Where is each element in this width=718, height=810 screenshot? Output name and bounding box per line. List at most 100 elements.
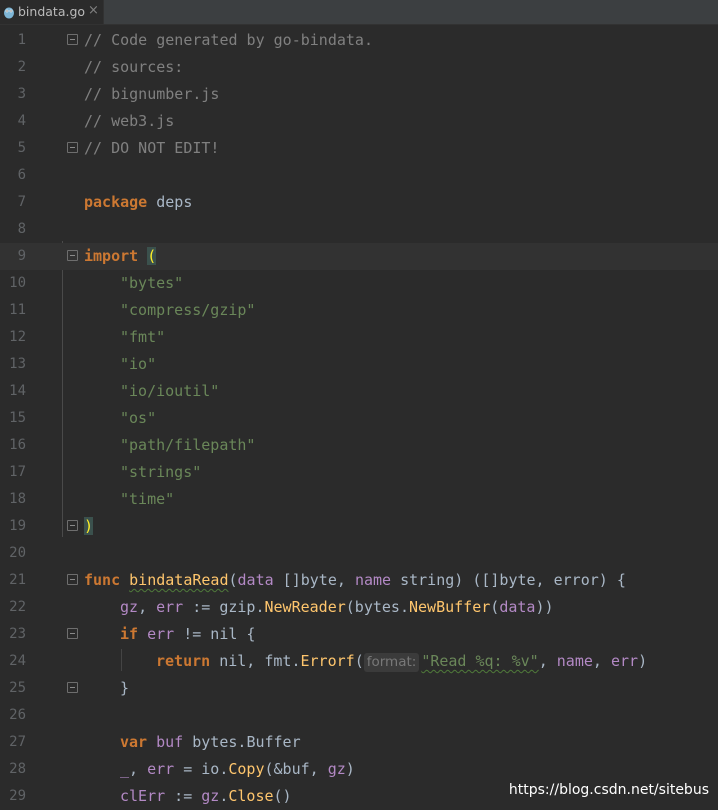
- line-number: 2: [17, 59, 26, 75]
- line-number: 27: [9, 734, 26, 750]
- statement: var buf bytes.Buffer: [120, 733, 301, 752]
- statement: clErr := gz.Close(): [120, 787, 292, 806]
- matched-paren: ): [84, 517, 94, 535]
- line-number: 25: [9, 680, 26, 696]
- function-call: Copy: [228, 760, 265, 778]
- import-path: "io/ioutil": [120, 382, 220, 400]
- punct: := gzip.: [183, 598, 265, 616]
- code-line: 6: [0, 162, 718, 189]
- code-line: 5 // DO NOT EDIT!: [0, 135, 718, 162]
- code-line: 20: [0, 540, 718, 567]
- fold-marker-icon[interactable]: [67, 574, 78, 585]
- code-line: 26: [0, 702, 718, 729]
- package-name: deps: [147, 193, 193, 211]
- code-line: 13 "io": [0, 351, 718, 378]
- code-line: 18 "time": [0, 486, 718, 513]
- code-line: 21 func bindataRead(data []byte, name st…: [0, 567, 718, 594]
- line-number: 3: [17, 86, 26, 102]
- code-line: 12 "fmt": [0, 324, 718, 351]
- line-number: 22: [9, 599, 26, 615]
- comment: // bignumber.js: [84, 85, 220, 103]
- fold-marker-icon[interactable]: [67, 34, 78, 45]
- line-number: 29: [9, 788, 26, 804]
- line-number: 24: [9, 653, 26, 669]
- punct: ): [638, 652, 648, 670]
- code-editor[interactable]: 1 // Code generated by go-bindata. 2 // …: [0, 25, 718, 806]
- matched-paren: (: [147, 247, 157, 265]
- code-line: 8: [0, 216, 718, 243]
- fold-marker-icon[interactable]: [67, 682, 78, 693]
- punct: != nil {: [174, 625, 256, 643]
- fold-marker-icon[interactable]: [67, 520, 78, 531]
- code-line: 14 "io/ioutil": [0, 378, 718, 405]
- function-call: NewReader: [264, 598, 346, 616]
- punct: nil, fmt.: [210, 652, 301, 670]
- import-path: "compress/gzip": [120, 301, 256, 319]
- code-line: 19 ): [0, 513, 718, 540]
- line-number: 11: [9, 302, 26, 318]
- statement: return nil, fmt.Errorf(format: "Read %q: …: [156, 652, 647, 672]
- statement: _, err = io.Copy(&buf, gz): [120, 760, 355, 779]
- line-number: 21: [9, 572, 26, 588]
- punct: (bytes.: [345, 598, 409, 616]
- line-number: 9: [17, 248, 26, 264]
- statement: if err != nil {: [120, 625, 255, 644]
- comment: // DO NOT EDIT!: [84, 139, 220, 157]
- line-number: 19: [9, 518, 26, 534]
- import-statement: import (: [84, 247, 157, 266]
- variable: _: [120, 760, 130, 778]
- line-number: 4: [17, 113, 26, 129]
- punct: )): [535, 598, 554, 616]
- code-line: 1 // Code generated by go-bindata.: [0, 27, 718, 54]
- variable: err: [156, 598, 184, 616]
- code-line: 25 }: [0, 675, 718, 702]
- punct: = io.: [174, 760, 229, 778]
- line-number: 20: [9, 545, 26, 561]
- line-number: 13: [9, 356, 26, 372]
- punct: (&buf,: [264, 760, 328, 778]
- line-number: 1: [17, 32, 26, 48]
- punct: ): [345, 760, 355, 778]
- line-number: 14: [9, 383, 26, 399]
- watermark: https://blog.csdn.net/sitebus: [508, 782, 709, 798]
- punct: bytes.: [183, 733, 247, 751]
- keyword: import: [84, 247, 139, 265]
- line-number: 16: [9, 437, 26, 453]
- closing-paren: ): [84, 517, 94, 536]
- import-path: "os": [120, 409, 157, 427]
- punct: (): [273, 787, 292, 805]
- type: string) ([]byte,: [391, 571, 554, 589]
- punct: ,: [538, 652, 557, 670]
- line-number: 6: [17, 167, 26, 183]
- fold-marker-icon[interactable]: [67, 250, 78, 261]
- code-line: 15 "os": [0, 405, 718, 432]
- comment: // web3.js: [84, 112, 175, 130]
- variable: name: [556, 652, 593, 670]
- keyword: if: [120, 625, 139, 643]
- import-path: "path/filepath": [120, 436, 256, 454]
- line-number: 18: [9, 491, 26, 507]
- code-line: 11 "compress/gzip": [0, 297, 718, 324]
- code-line: 10 "bytes": [0, 270, 718, 297]
- string: "Read %q: %v": [421, 652, 539, 670]
- fold-marker-icon[interactable]: [67, 628, 78, 639]
- code-line: 16 "path/filepath": [0, 432, 718, 459]
- punct: (: [490, 598, 500, 616]
- punct: ,: [592, 652, 611, 670]
- variable: clErr: [120, 787, 166, 805]
- variable: gz: [201, 787, 220, 805]
- type: Buffer: [246, 733, 301, 751]
- statement: gz, err := gzip.NewReader(bytes.NewBuffe…: [120, 598, 554, 617]
- line-number: 8: [17, 221, 26, 237]
- punct: :=: [165, 787, 202, 805]
- function-name: bindataRead: [129, 571, 229, 589]
- fold-marker-icon[interactable]: [67, 142, 78, 153]
- variable: buf: [156, 733, 184, 751]
- tab-bindata-go[interactable]: bindata.go ×: [0, 0, 104, 24]
- variable: err: [147, 625, 175, 643]
- type: error: [553, 571, 599, 589]
- code-line: 7 package deps: [0, 189, 718, 216]
- close-icon[interactable]: ×: [88, 3, 99, 18]
- punct: ,: [129, 760, 148, 778]
- line-number: 12: [9, 329, 26, 345]
